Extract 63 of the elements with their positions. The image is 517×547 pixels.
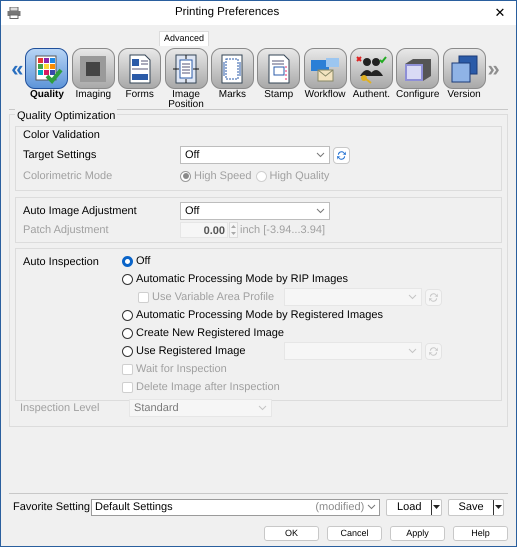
radio-button[interactable] — [122, 274, 133, 284]
field-label: Favorite Setting — [13, 500, 87, 515]
toolbar-button[interactable]: Image Position — [162, 48, 210, 110]
option-label: High Speed — [194, 168, 252, 184]
chevron-down-icon — [258, 405, 267, 411]
refresh-icon — [336, 150, 347, 160]
toolbar-button[interactable]: Stamp — [256, 48, 302, 100]
toolbar-button[interactable]: Workflow — [302, 48, 348, 100]
window-title: Printing Preferences — [175, 5, 280, 20]
load-button[interactable]: Load — [386, 498, 442, 516]
field-label: Colorimetric Mode — [23, 168, 114, 184]
chevron-down-icon — [408, 294, 417, 300]
option-label: Automatic Processing Mode by RIP Images — [136, 272, 348, 287]
save-button[interactable]: Save — [448, 498, 504, 516]
dropdown[interactable]: Off — [180, 202, 330, 220]
radio-button[interactable] — [122, 310, 133, 320]
spinner-icon[interactable] — [229, 222, 238, 238]
chevron-down-icon — [367, 504, 376, 510]
caret-icon — [433, 505, 440, 509]
option-label: Use Registered Image — [136, 344, 246, 359]
toolbar-button[interactable]: Forms — [116, 48, 163, 100]
chevron-down-icon — [316, 208, 325, 214]
radio-button[interactable] — [122, 328, 133, 338]
modified-note: (modified) — [315, 500, 364, 515]
toolbar-button[interactable]: Imaging — [70, 48, 116, 100]
option-label: Delete Image after Inspection — [136, 380, 280, 395]
dropdown[interactable]: Off — [180, 146, 330, 164]
group-title: Color Validation — [23, 128, 101, 142]
caret-icon — [495, 505, 502, 509]
option-label: Off — [136, 254, 150, 269]
option-label: Use Variable Area Profile — [152, 290, 274, 305]
toolbar-button[interactable]: Version — [440, 48, 488, 100]
toolbar-button[interactable]: Authent. — [348, 48, 395, 100]
option-label: Create New Registered Image — [136, 326, 284, 341]
dialog-button[interactable]: Help — [453, 526, 508, 540]
tab[interactable]: Advanced — [159, 31, 210, 46]
scroll-left-button[interactable]: « — [11, 58, 24, 80]
dialog-button[interactable]: Apply — [390, 526, 445, 540]
field-label: Target Settings — [23, 148, 98, 163]
refresh-icon — [428, 346, 439, 356]
field-label: Auto Inspection — [23, 255, 100, 270]
dialog-button[interactable]: Cancel — [327, 526, 382, 540]
printer-icon — [7, 7, 21, 19]
radio-button[interactable] — [122, 346, 133, 356]
radio-button[interactable] — [122, 256, 133, 266]
field-label: Auto Image Adjustment — [23, 204, 138, 219]
field-label: Patch Adjustment — [23, 222, 110, 238]
toolbar-button[interactable]: Configure — [394, 48, 441, 100]
refresh-icon — [428, 292, 439, 302]
dialog-button[interactable]: OK — [264, 526, 319, 540]
option-label: High Quality — [270, 168, 330, 184]
toolbar-button[interactable]: Quality — [24, 48, 70, 100]
refresh-button[interactable] — [333, 146, 350, 164]
group-title: Quality Optimization — [15, 108, 118, 124]
toolbar-button[interactable]: Marks — [209, 48, 256, 100]
unit-label: inch [-3.94...3.94] — [240, 222, 325, 238]
option-label: Automatic Processing Mode by Registered Images — [136, 308, 384, 323]
field-label: Inspection Level — [20, 400, 100, 416]
favorite-dropdown[interactable]: Default Settings (modified) — [91, 498, 380, 516]
chevron-down-icon — [408, 348, 417, 354]
option-label: Wait for Inspection — [136, 362, 227, 377]
chevron-down-icon — [316, 152, 325, 158]
close-button[interactable]: ✕ — [490, 3, 510, 23]
